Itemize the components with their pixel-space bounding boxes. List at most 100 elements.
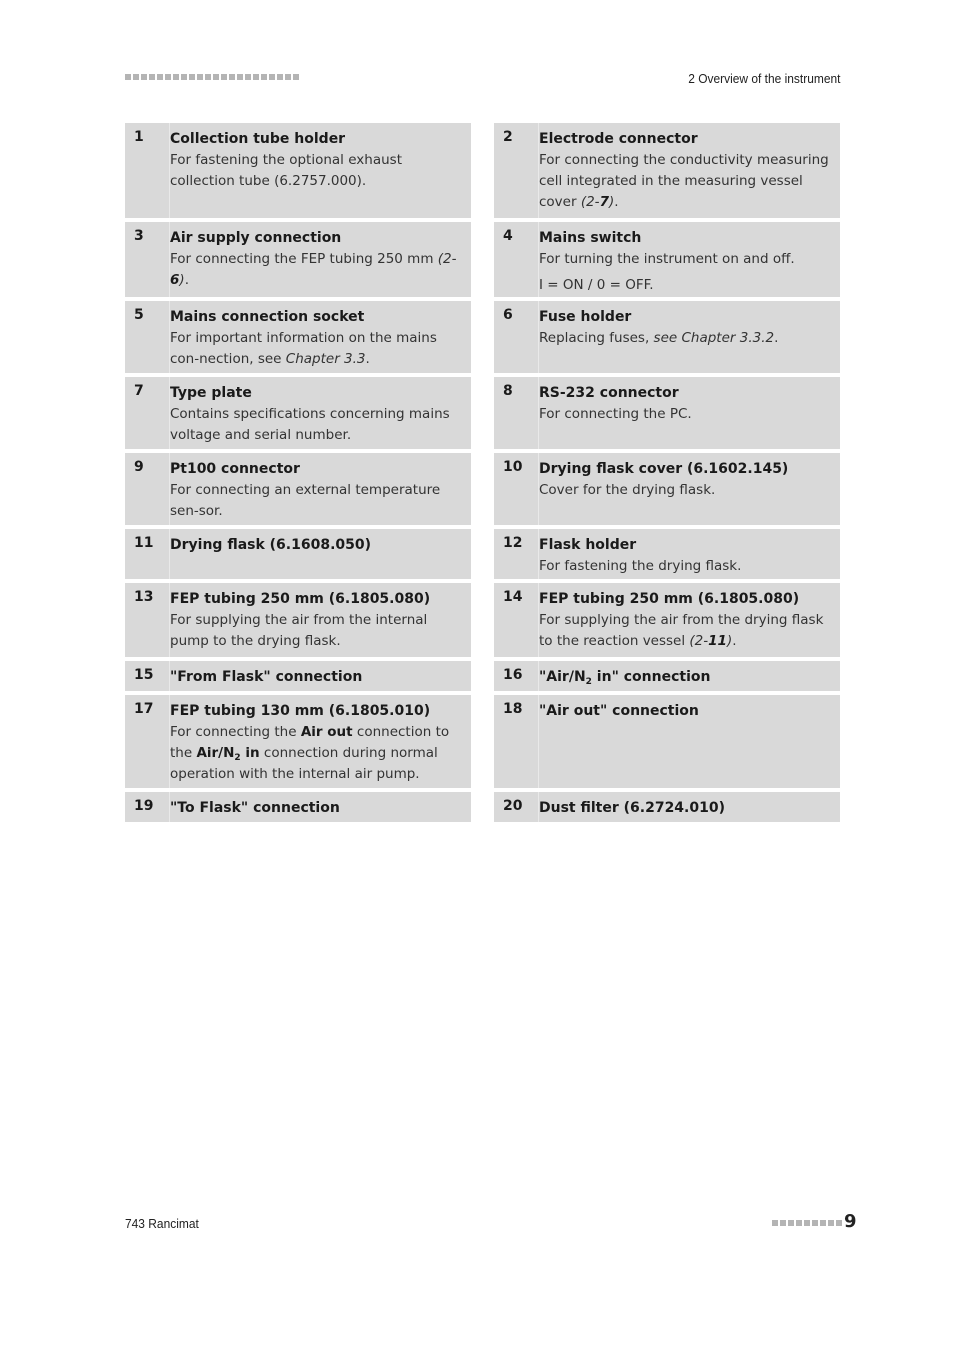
legend-item: 9 Pt100 connector For connecting an extern… [125,453,471,525]
item-description: For connecting the PC. [539,404,832,425]
item-number: 12 [494,529,539,579]
chapter-title: 2 Overview of the instrument [687,71,840,86]
text-run: "To Flask" connection [170,800,340,816]
decor-square [165,74,171,80]
item-title: RS-232 connector [539,383,832,404]
text-run: Mains switch [539,230,642,246]
item-content: "Air out" connection [539,695,840,788]
item-number: 15 [125,661,170,691]
item-content: Drying flask (6.1608.050) [170,529,471,579]
text-run: Drying flask (6.1608.050) [170,537,372,553]
text-run: For connecting the [170,724,301,740]
item-description: For supplying the air from the internal … [170,610,463,652]
item-number: 10 [494,453,539,525]
text-run: For connecting the FEP tubing 250 mm [170,251,438,267]
text-run: Pt100 connector [170,461,300,477]
item-description: For fastening the drying flask. [539,556,832,577]
item-number: 9 [125,453,170,525]
item-title: Collection tube holder [170,129,463,150]
decor-square [293,74,299,80]
text-run: 11 [708,633,727,649]
item-number: 16 [494,661,539,691]
text-run: For turning the instrument on and off. [539,251,795,267]
item-content: FEP tubing 130 mm (6.1805.010) For connec… [170,695,471,788]
decor-square [229,74,235,80]
legend-item: 17 FEP tubing 130 mm (6.1805.010) For conn… [125,695,471,788]
item-description: Replacing fuses, see Chapter 3.3.2. [539,328,832,349]
decor-square [245,74,251,80]
text-run: For supplying the air from the drying fl… [539,612,824,649]
decor-square [141,74,147,80]
item-description: For connecting the Air out connection to… [170,722,463,785]
decor-square [157,74,163,80]
decor-square [285,74,291,80]
item-title: Drying flask (6.1608.050) [170,535,463,556]
text-run: Drying flask cover (6.1602.145) [539,461,789,477]
legend-row: 1 Collection tube holder For fastening the… [125,123,840,218]
item-description: For turning the instrument on and off. [539,249,832,270]
item-title: FEP tubing 130 mm (6.1805.010) [170,701,463,722]
text-run: (2- [437,251,457,267]
text-run: Cover for the drying flask. [539,482,716,498]
item-title: Electrode connector [539,129,832,150]
item-title: Mains connection socket [170,307,463,328]
item-number: 13 [125,583,170,657]
item-content: Collection tube holder For fastening the … [170,123,471,218]
legend-item: 13 FEP tubing 250 mm (6.1805.080) For supp… [125,583,471,657]
item-title: "To Flask" connection [170,798,463,819]
legend-row: 11 Drying flask (6.1608.050) 12 Flask holde… [125,529,840,579]
item-title: "From Flask" connection [170,667,463,688]
item-content: Type plate Contains specifications concer… [170,377,471,449]
text-run: 6 [170,272,180,288]
legend-item: 11 Drying flask (6.1608.050) [125,529,471,579]
item-number: 1 [125,123,170,218]
text-run: FEP tubing 250 mm (6.1805.080) [170,591,431,607]
item-content: FEP tubing 250 mm (6.1805.080) For supply… [539,583,840,657]
decor-square [261,74,267,80]
footer-decoration [772,1220,842,1226]
item-title: Flask holder [539,535,832,556]
text-run: "Air out" connection [539,703,699,719]
item-content: Pt100 connector For connecting an externa… [170,453,471,525]
legend-item: 15 "From Flask" connection [125,661,471,691]
decor-square [836,1220,842,1226]
item-content: "Air/N2 in" connection [539,661,840,691]
item-title: Fuse holder [539,307,832,328]
legend-item: 19 "To Flask" connection [125,792,471,822]
item-content: "To Flask" connection [170,792,471,822]
text-run: Chapter 3.3 [285,351,366,367]
text-run: in" connection [591,669,711,685]
text-run: Replacing fuses, [539,330,654,346]
decor-square [253,74,259,80]
item-description: For connecting the FEP tubing 250 mm (2-… [170,249,463,291]
text-run: For fastening the drying flask. [539,558,742,574]
legend-item: 20 Dust filter (6.2724.010) [494,792,840,822]
legend-item: 14 FEP tubing 250 mm (6.1805.080) For supp… [494,583,840,657]
item-description: Cover for the drying flask. [539,480,832,501]
item-number: 11 [125,529,170,579]
item-description: For important information on the mains c… [170,328,463,370]
item-content: Fuse holder Replacing fuses, see Chapter … [539,301,840,373]
item-number: 8 [494,377,539,449]
item-content: Dust filter (6.2724.010) [539,792,840,822]
text-run: Air supply connection [170,230,342,246]
item-content: Drying flask cover (6.1602.145) Cover for… [539,453,840,525]
item-title: FEP tubing 250 mm (6.1805.080) [539,589,832,610]
item-title: Type plate [170,383,463,404]
decor-square [125,74,131,80]
legend-item: 1 Collection tube holder For fastening the… [125,123,471,218]
text-run: 7 [599,194,609,210]
item-number: 7 [125,377,170,449]
legend-table: 1 Collection tube holder For fastening the… [125,123,840,826]
text-run: For connecting an external temperature s… [170,482,441,519]
text-run: Mains connection socket [170,309,365,325]
legend-row: 17 FEP tubing 130 mm (6.1805.010) For conn… [125,695,840,788]
item-number: 17 [125,695,170,788]
legend-item: 4 Mains switch For turning the instrument … [494,222,840,297]
item-title: Drying flask cover (6.1602.145) [539,459,832,480]
decor-square [804,1220,810,1226]
decor-square [181,74,187,80]
item-description: For connecting an external temperature s… [170,480,463,522]
legend-item: 8 RS-232 connector For connecting the PC. [494,377,840,449]
item-number: 20 [494,792,539,822]
